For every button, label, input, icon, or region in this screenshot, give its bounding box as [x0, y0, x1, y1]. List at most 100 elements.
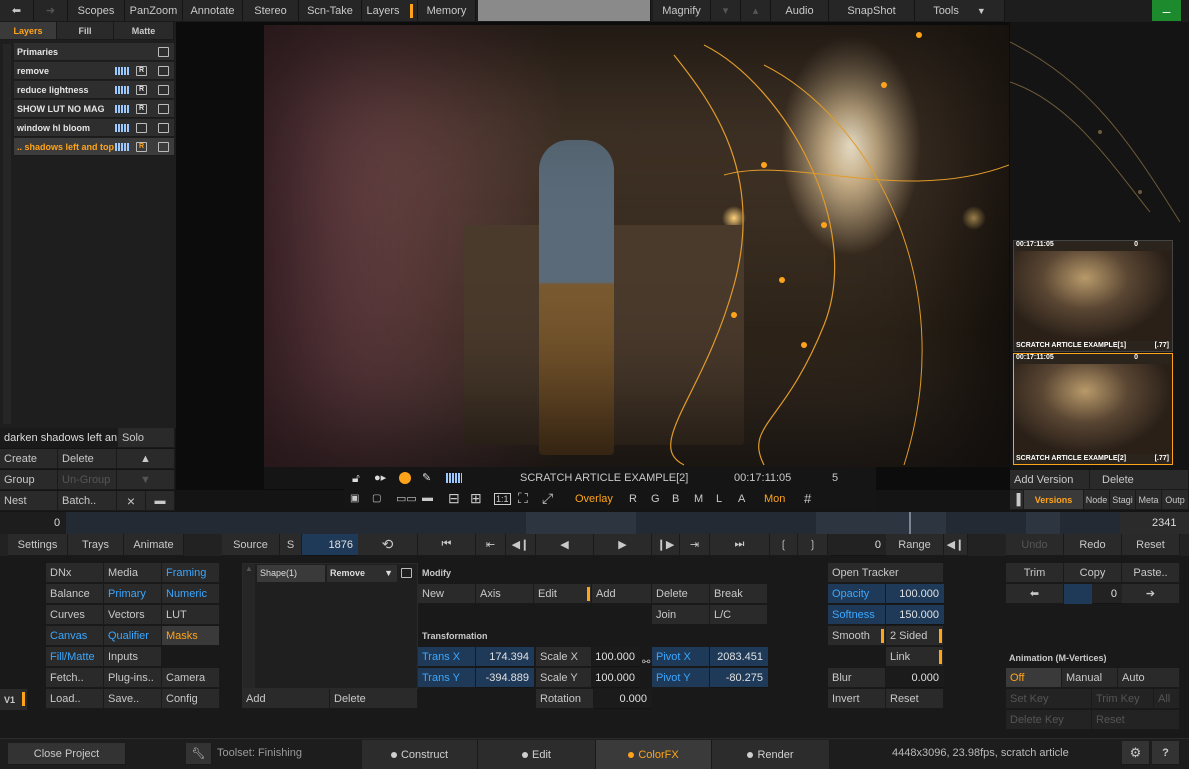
- solo-button[interactable]: Solo: [118, 428, 175, 448]
- tab-node[interactable]: Node: [1084, 490, 1110, 510]
- delete-point-button[interactable]: Delete: [652, 584, 710, 604]
- channel-m[interactable]: M: [694, 493, 703, 505]
- tab-fill[interactable]: Fill: [57, 22, 114, 40]
- menu-save[interactable]: Save..: [104, 689, 162, 709]
- pivot-x-label[interactable]: Pivot X: [652, 647, 710, 667]
- panel-handle-icon[interactable]: ▐: [1010, 490, 1024, 510]
- layer-row-reduce-lightness[interactable]: reduce lightness R: [14, 81, 174, 99]
- move-down-icon[interactable]: ▼: [117, 470, 175, 490]
- arrow-left-icon[interactable]: ⬅: [1006, 584, 1064, 604]
- close-project-button[interactable]: Close Project: [8, 743, 126, 765]
- version-thumb-2[interactable]: 00:17:11:05 0 SCRATCH ARTICLE EXAMPLE[2]…: [1013, 353, 1173, 465]
- pivot-y-field[interactable]: -80.275: [710, 668, 768, 688]
- menu-plugins[interactable]: Plug-ins..: [104, 668, 162, 688]
- visibility-icon[interactable]: [401, 568, 412, 578]
- gear-icon[interactable]: ⚙: [1122, 741, 1150, 765]
- layer-row-show-lut[interactable]: SHOW LUT NO MAG R: [14, 100, 174, 118]
- source-button[interactable]: Source: [222, 534, 280, 556]
- create-button[interactable]: Create: [0, 449, 58, 469]
- scn-take-button[interactable]: Scn-Take: [299, 0, 362, 22]
- shape-scrollbar[interactable]: ▲: [243, 564, 255, 688]
- menu-load[interactable]: Load..: [46, 689, 104, 709]
- timeline-track[interactable]: [66, 512, 1120, 534]
- trans-x-label[interactable]: Trans X: [418, 647, 476, 667]
- layer-name-field[interactable]: darken shadows left and: [0, 428, 118, 448]
- anim-reset-button[interactable]: Reset: [1092, 710, 1180, 730]
- layers-toggle-button[interactable]: Layers: [362, 0, 418, 22]
- chevron-down-icon[interactable]: ▾: [711, 0, 741, 22]
- trans-y-field[interactable]: -394.889: [476, 668, 534, 688]
- tab-meta[interactable]: Meta: [1136, 490, 1162, 510]
- range-value[interactable]: 0: [830, 534, 886, 556]
- trim-key-button[interactable]: Trim Key: [1092, 689, 1154, 709]
- reset-button[interactable]: Reset: [1122, 534, 1180, 556]
- delete-layer-button[interactable]: Delete: [58, 449, 117, 469]
- lc-button[interactable]: L/C: [710, 605, 768, 625]
- r-icon[interactable]: [136, 123, 147, 133]
- help-button[interactable]: ?: [1152, 741, 1180, 765]
- menu-vectors[interactable]: Vectors: [104, 605, 162, 625]
- actual-size-button[interactable]: 1:1: [494, 493, 511, 505]
- trans-x-field[interactable]: 174.394: [476, 647, 534, 667]
- redo-button[interactable]: Redo: [1064, 534, 1122, 556]
- add-version-button[interactable]: Add Version: [1010, 470, 1090, 490]
- pen-icon[interactable]: ✎: [422, 471, 431, 484]
- v1-button[interactable]: V1: [0, 689, 28, 711]
- delete-key-button[interactable]: Delete Key: [1006, 710, 1092, 730]
- menu-icon[interactable]: ▬: [146, 491, 175, 511]
- layer-row-window-bloom[interactable]: window hl bloom: [14, 119, 174, 137]
- viewer-image[interactable]: [264, 25, 1009, 467]
- skip-end-icon[interactable]: ⏭︎: [710, 534, 770, 556]
- tab-output[interactable]: Outp: [1162, 490, 1189, 510]
- grid-icon[interactable]: #: [804, 491, 811, 506]
- version-thumb-1[interactable]: 00:17:11:05 0 SCRATCH ARTICLE EXAMPLE[1]…: [1013, 240, 1173, 352]
- scale-y-field[interactable]: 100.000: [592, 668, 640, 688]
- play-reverse-icon[interactable]: ◀: [536, 534, 594, 556]
- trim-value[interactable]: 0: [1064, 584, 1122, 604]
- trans-y-label[interactable]: Trans Y: [418, 668, 476, 688]
- move-up-icon[interactable]: ▲: [117, 449, 175, 469]
- visibility-icon[interactable]: [158, 123, 169, 133]
- split-icon[interactable]: ▣: [350, 493, 359, 504]
- menu-curves[interactable]: Curves: [46, 605, 104, 625]
- audio-button[interactable]: Audio: [771, 0, 829, 22]
- menu-framing[interactable]: Framing: [162, 563, 220, 583]
- nest-button[interactable]: Nest: [0, 491, 58, 511]
- snapshot-button[interactable]: SnapShot: [829, 0, 915, 22]
- tools-menu[interactable]: Tools ▼: [915, 0, 1005, 22]
- softness-label[interactable]: Softness: [828, 605, 886, 625]
- tab-versions[interactable]: Versions: [1024, 490, 1084, 510]
- channel-a[interactable]: A: [738, 493, 745, 505]
- visibility-icon[interactable]: [158, 142, 169, 152]
- shape-mode-dropdown[interactable]: Remove ▼: [327, 565, 397, 582]
- trays-button[interactable]: Trays: [68, 534, 124, 556]
- scale-y-label[interactable]: Scale Y: [536, 668, 592, 688]
- menu-camera[interactable]: Camera: [162, 668, 220, 688]
- tracker-reset-button[interactable]: Reset: [886, 689, 944, 709]
- overlay-button[interactable]: Overlay: [575, 493, 613, 505]
- prev-frame-icon[interactable]: ◀❙: [506, 534, 536, 556]
- menu-lut[interactable]: LUT: [162, 605, 220, 625]
- anim-manual-button[interactable]: Manual: [1062, 668, 1118, 688]
- fit-icon[interactable]: ⛶: [518, 490, 528, 507]
- speaker-icon[interactable]: ◀❙: [944, 534, 968, 556]
- rotation-field[interactable]: 0.000: [594, 689, 652, 709]
- join-button[interactable]: Join: [652, 605, 710, 625]
- scopes-button[interactable]: Scopes: [68, 0, 125, 22]
- paste-button[interactable]: Paste..: [1122, 563, 1180, 583]
- r-icon[interactable]: R: [136, 85, 147, 95]
- undo-button[interactable]: Undo: [1006, 534, 1064, 556]
- channel-r[interactable]: R: [629, 493, 637, 505]
- rotation-label[interactable]: Rotation: [536, 689, 594, 709]
- invert-button[interactable]: Invert: [828, 689, 886, 709]
- set-key-button[interactable]: Set Key: [1006, 689, 1092, 709]
- play-icon[interactable]: ▶: [594, 534, 652, 556]
- r-icon[interactable]: R: [136, 66, 147, 76]
- open-tracker-button[interactable]: Open Tracker: [828, 563, 944, 583]
- visibility-icon[interactable]: [158, 85, 169, 95]
- mark-out-icon[interactable]: ❳: [798, 534, 828, 556]
- shape-item[interactable]: Shape(1): [257, 565, 325, 582]
- two-sided-button[interactable]: 2 Sided: [886, 626, 944, 646]
- menu-numeric[interactable]: Numeric: [162, 584, 220, 604]
- r-icon[interactable]: R: [136, 104, 147, 114]
